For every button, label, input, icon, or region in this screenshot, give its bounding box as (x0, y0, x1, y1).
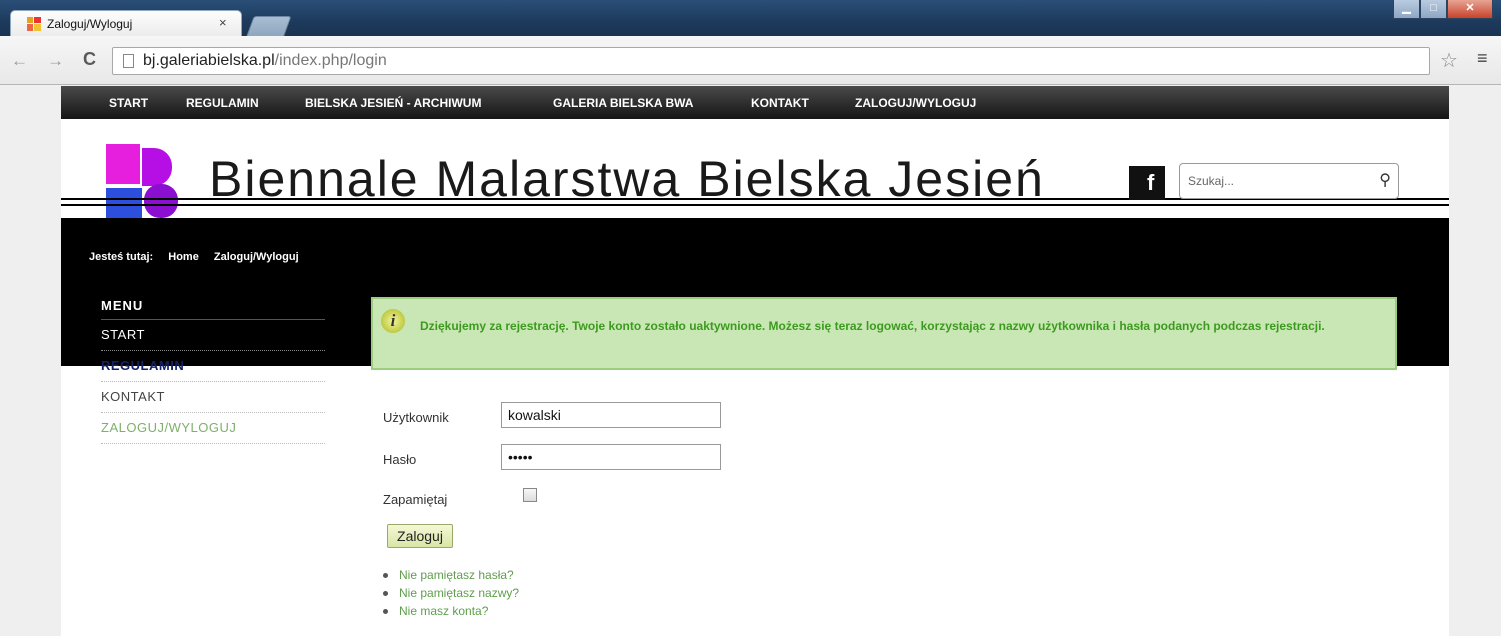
topnav-kontakt[interactable]: KONTAKT (751, 96, 809, 110)
username-field[interactable] (501, 402, 721, 428)
login-button[interactable]: Zaloguj (387, 524, 453, 548)
browser-tab[interactable]: Zaloguj/Wyloguj × (10, 10, 242, 37)
back-arrow-icon[interactable]: ← (11, 51, 28, 71)
side-menu: MENU START REGULAMIN KONTAKT ZALOGUJ/WYL… (101, 298, 325, 444)
forgot-username-link[interactable]: Nie pamiętasz nazwy? (381, 584, 519, 602)
tab-title: Zaloguj/Wyloguj (47, 17, 133, 31)
facebook-icon[interactable]: f (1129, 166, 1165, 200)
url-path: /index.php/login (274, 52, 387, 69)
top-navigation: START REGULAMIN BIELSKA JESIEŃ - ARCHIWU… (61, 86, 1449, 119)
topnav-zaloguj[interactable]: ZALOGUJ/WYLOGUJ (855, 96, 976, 110)
browser-toolbar: ← → C bj.galeriabielska.pl/index.php/log… (0, 36, 1501, 85)
password-field[interactable] (501, 444, 721, 470)
topnav-galeria[interactable]: GALERIA BIELSKA BWA (553, 96, 693, 110)
sidebar-item-zaloguj[interactable]: ZALOGUJ/WYLOGUJ (101, 413, 325, 444)
sidebar-item-kontakt[interactable]: KONTAKT (101, 382, 325, 413)
username-label: Użytkownik (383, 410, 449, 425)
address-bar[interactable]: bj.galeriabielska.pl/index.php/login (112, 47, 1430, 75)
register-link[interactable]: Nie masz konta? (381, 602, 519, 620)
page-content: START REGULAMIN BIELSKA JESIEŃ - ARCHIWU… (61, 86, 1449, 636)
remember-label: Zapamiętaj (383, 492, 448, 507)
notice-text: Dziękujemy za rejestrację. Twoje konto z… (420, 319, 1325, 333)
minimize-icon[interactable]: ▁ (1393, 0, 1420, 19)
site-favicon-icon (27, 17, 41, 31)
topnav-archiwum[interactable]: BIELSKA JESIEŃ - ARCHIWUM (305, 96, 481, 110)
tab-close-icon[interactable]: × (219, 15, 227, 30)
search-icon[interactable]: ⚲ (1379, 170, 1391, 190)
side-menu-heading: MENU (101, 298, 325, 320)
breadcrumb: Jesteś tutaj: Home Zaloguj/Wyloguj (89, 251, 311, 263)
breadcrumb-home[interactable]: Home (168, 251, 199, 263)
browser-titlebar: Zaloguj/Wyloguj × ▁ □ ✕ (0, 0, 1501, 37)
url-text[interactable]: bj.galeriabielska.pl/index.php/login (143, 52, 387, 70)
url-host: bj.galeriabielska.pl (143, 52, 275, 69)
site-logo[interactable] (106, 144, 186, 222)
page-icon (123, 54, 134, 68)
maximize-icon[interactable]: □ (1420, 0, 1447, 19)
password-label: Hasło (383, 452, 417, 467)
page-viewport: START REGULAMIN BIELSKA JESIEŃ - ARCHIWU… (0, 86, 1501, 636)
help-links: Nie pamiętasz hasła? Nie pamiętasz nazwy… (381, 566, 519, 620)
breadcrumb-prefix: Jesteś tutaj: (89, 251, 154, 263)
success-notice: Dziękujemy za rejestrację. Twoje konto z… (371, 297, 1397, 370)
window-controls: ▁ □ ✕ (1393, 0, 1493, 19)
topnav-regulamin[interactable]: REGULAMIN (186, 96, 259, 110)
window-close-icon[interactable]: ✕ (1447, 0, 1493, 19)
sidebar-item-start[interactable]: START (101, 320, 325, 351)
topnav-start[interactable]: START (109, 96, 148, 110)
search-placeholder: Szukaj... (1188, 174, 1235, 188)
search-input[interactable]: Szukaj... ⚲ (1179, 163, 1399, 199)
reload-icon[interactable]: C (83, 49, 96, 70)
breadcrumb-current: Zaloguj/Wyloguj (213, 251, 299, 263)
forgot-password-link[interactable]: Nie pamiętasz hasła? (381, 566, 519, 584)
forward-arrow-icon[interactable]: → (47, 51, 64, 71)
remember-checkbox[interactable] (523, 488, 537, 502)
sidebar-item-regulamin[interactable]: REGULAMIN (101, 351, 325, 382)
chrome-menu-icon[interactable]: ≡ (1477, 48, 1488, 69)
info-icon: i (381, 309, 405, 333)
new-tab-button[interactable] (246, 16, 292, 36)
bookmark-star-icon[interactable]: ☆ (1440, 48, 1458, 73)
header-divider-2 (61, 204, 1449, 206)
